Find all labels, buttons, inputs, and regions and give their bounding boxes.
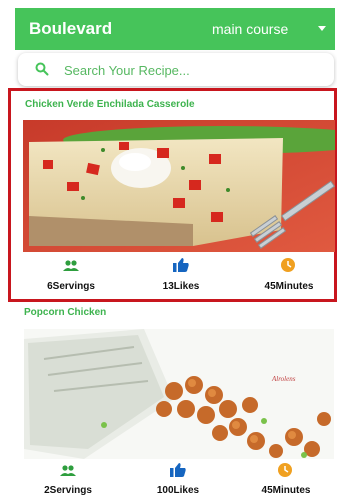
popcorn-chicken-photo: Alrolens bbox=[24, 329, 334, 459]
app-title: Boulevard bbox=[29, 19, 113, 38]
people-icon bbox=[63, 260, 79, 271]
recipe-image[interactable]: Alrolens bbox=[24, 329, 334, 459]
casserole-photo bbox=[23, 120, 335, 252]
recipe-image[interactable] bbox=[23, 120, 335, 252]
clock-icon bbox=[281, 258, 295, 272]
caret-down-icon[interactable] bbox=[318, 26, 326, 31]
minutes-count: 45Minutes bbox=[261, 485, 311, 496]
thumbs-up-icon[interactable] bbox=[173, 258, 189, 272]
search-input[interactable] bbox=[62, 59, 316, 81]
clock-icon bbox=[278, 463, 292, 477]
category-dropdown[interactable]: main course bbox=[212, 21, 288, 37]
servings-count: 6Servings bbox=[47, 281, 95, 292]
image-watermark-text: Alrolens bbox=[271, 375, 296, 383]
likes-count: 100Likes bbox=[156, 485, 200, 496]
recipe-card[interactable]: Popcorn Chicken Alrolens 2Servings 100Li… bbox=[8, 303, 337, 496]
recipe-title: Chicken Verde Enchilada Casserole bbox=[25, 99, 195, 110]
likes-count: 13Likes bbox=[162, 281, 200, 292]
minutes-count: 45Minutes bbox=[264, 281, 314, 292]
search-bar[interactable] bbox=[18, 53, 334, 86]
recipe-card[interactable]: Chicken Verde Enchilada Casserole 6Servi… bbox=[8, 88, 337, 302]
servings-count: 2Servings bbox=[44, 485, 92, 496]
search-icon bbox=[35, 62, 49, 76]
recipe-title: Popcorn Chicken bbox=[24, 307, 107, 318]
app-bar: Boulevard main course bbox=[15, 8, 335, 50]
people-icon bbox=[60, 465, 76, 476]
thumbs-up-icon[interactable] bbox=[170, 463, 186, 477]
